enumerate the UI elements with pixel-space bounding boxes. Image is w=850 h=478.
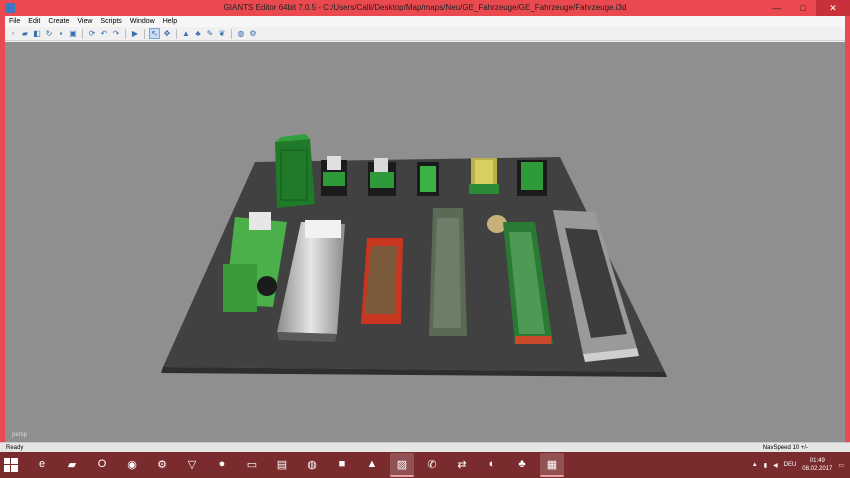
clock-date: 08.02.2017 [802, 466, 833, 472]
gray-app-icon[interactable]: ◍ [300, 453, 324, 475]
import-icon[interactable]: ◧ [32, 29, 42, 39]
select-tool-icon[interactable]: ↖ [149, 28, 160, 39]
save-as-icon[interactable]: ▣ [68, 29, 78, 39]
undo-icon[interactable]: ↶ [99, 29, 109, 39]
menu-help[interactable]: Help [159, 16, 181, 27]
whatsapp-icon[interactable]: ✆ [420, 453, 444, 475]
minecraft-icon[interactable]: ■ [330, 453, 354, 475]
play-icon[interactable]: ▶ [130, 29, 140, 39]
menu-create[interactable]: Create [44, 16, 73, 27]
terrain-icon[interactable]: ▲ [181, 29, 191, 39]
menu-edit[interactable]: Edit [24, 16, 44, 27]
flatbed-trailer [429, 208, 467, 336]
minimize-button[interactable]: — [764, 0, 790, 16]
giants-editor-icon[interactable]: ▦ [540, 453, 564, 477]
reload-icon[interactable]: ↻ [44, 29, 54, 39]
v-app-icon[interactable]: ▽ [180, 453, 204, 475]
obs-icon[interactable]: ◐ [480, 453, 504, 475]
steam-icon[interactable]: ⚙ [150, 453, 174, 475]
media-icon[interactable]: ◉ [120, 453, 144, 475]
teamviewer-icon[interactable]: ⇄ [450, 453, 474, 475]
green-trailer-back [275, 134, 315, 208]
menu-scripts[interactable]: Scripts [96, 16, 125, 27]
window-title: GIANTS Editor 64bit 7.0.5 - C:/Users/Cal… [223, 3, 627, 12]
taskbar-apps: e ▰ O ◉ ⚙ ▽ ● ▭ ▤ ◍ ■ ▲ ▨ ✆ ⇄ ◐ ♣ ▦ [30, 453, 564, 477]
vlc-icon[interactable]: ▲ [360, 453, 384, 475]
scene-render [161, 134, 667, 377]
baler [469, 158, 499, 194]
foliage-icon[interactable]: ♣ [193, 29, 203, 39]
folder-icon[interactable]: ▰ [60, 453, 84, 475]
record-icon[interactable]: ● [210, 453, 234, 475]
menu-bar: File Edit Create View Scripts Window Hel… [5, 16, 845, 27]
editor-window: GIANTS Editor 64bit 7.0.5 - C:/Users/Cal… [0, 0, 850, 453]
settings-icon[interactable]: ⚙ [248, 29, 258, 39]
globe-icon[interactable]: ◍ [236, 29, 246, 39]
clock[interactable]: 01:49 08.02.2017 [802, 457, 832, 473]
tractor-2 [368, 158, 396, 196]
open-file-icon[interactable]: ▰ [20, 29, 30, 39]
tractor-3 [417, 162, 439, 196]
close-button[interactable]: ✕ [816, 0, 850, 16]
windows-taskbar: e ▰ O ◉ ⚙ ▽ ● ▭ ▤ ◍ ■ ▲ ▨ ✆ ⇄ ◐ ♣ ▦ ▲ ▮ ◀ DEU 01:49 08.02… [0, 452, 850, 478]
plant-app-icon[interactable]: ♣ [510, 453, 534, 475]
move-tool-icon[interactable]: ✥ [162, 29, 172, 39]
clock-time: 01:49 [809, 458, 825, 464]
language-indicator[interactable]: DEU [784, 462, 797, 468]
monitor-icon[interactable]: ▭ [240, 453, 264, 475]
opera-icon[interactable]: O [90, 453, 114, 475]
title-bar[interactable]: GIANTS Editor 64bit 7.0.5 - C:/Users/Cal… [0, 0, 850, 16]
menu-window[interactable]: Window [126, 16, 159, 27]
new-file-icon[interactable]: ▫ [8, 29, 18, 39]
volume-icon[interactable]: ◀ [773, 462, 778, 469]
red-tipper-trailer [361, 238, 403, 324]
tractor-4 [517, 160, 547, 196]
screen-icon[interactable]: ▤ [270, 453, 294, 475]
tray-chevron-icon[interactable]: ▲ [752, 462, 758, 468]
camera-label: persp [12, 432, 28, 438]
maximize-button[interactable]: □ [790, 0, 816, 16]
plant-icon[interactable]: ❦ [217, 29, 227, 39]
save-icon[interactable]: ▪ [56, 29, 66, 39]
toolbar: ▫ ▰ ◧ ↻ ▪ ▣ ⟳ ↶ ↷ ▶ ↖ ✥ ▲ ♣ ✎ ❦ ◍ ⚙ [5, 27, 845, 41]
ie-icon[interactable]: e [30, 453, 54, 475]
refresh-icon[interactable]: ⟳ [87, 29, 97, 39]
system-tray: ▲ ▮ ◀ DEU 01:49 08.02.2017 ▭ [752, 452, 844, 478]
3d-viewport[interactable]: persp [5, 42, 845, 442]
sticky-icon[interactable]: ▨ [390, 453, 414, 477]
network-icon[interactable]: ▮ [764, 462, 767, 469]
windows-start-icon[interactable] [0, 452, 22, 478]
redo-icon[interactable]: ↷ [111, 29, 121, 39]
menu-view[interactable]: View [73, 16, 96, 27]
paint-icon[interactable]: ✎ [205, 29, 215, 39]
tractor-1 [321, 156, 347, 196]
menu-file[interactable]: File [5, 16, 24, 27]
notifications-icon[interactable]: ▭ [838, 462, 844, 469]
